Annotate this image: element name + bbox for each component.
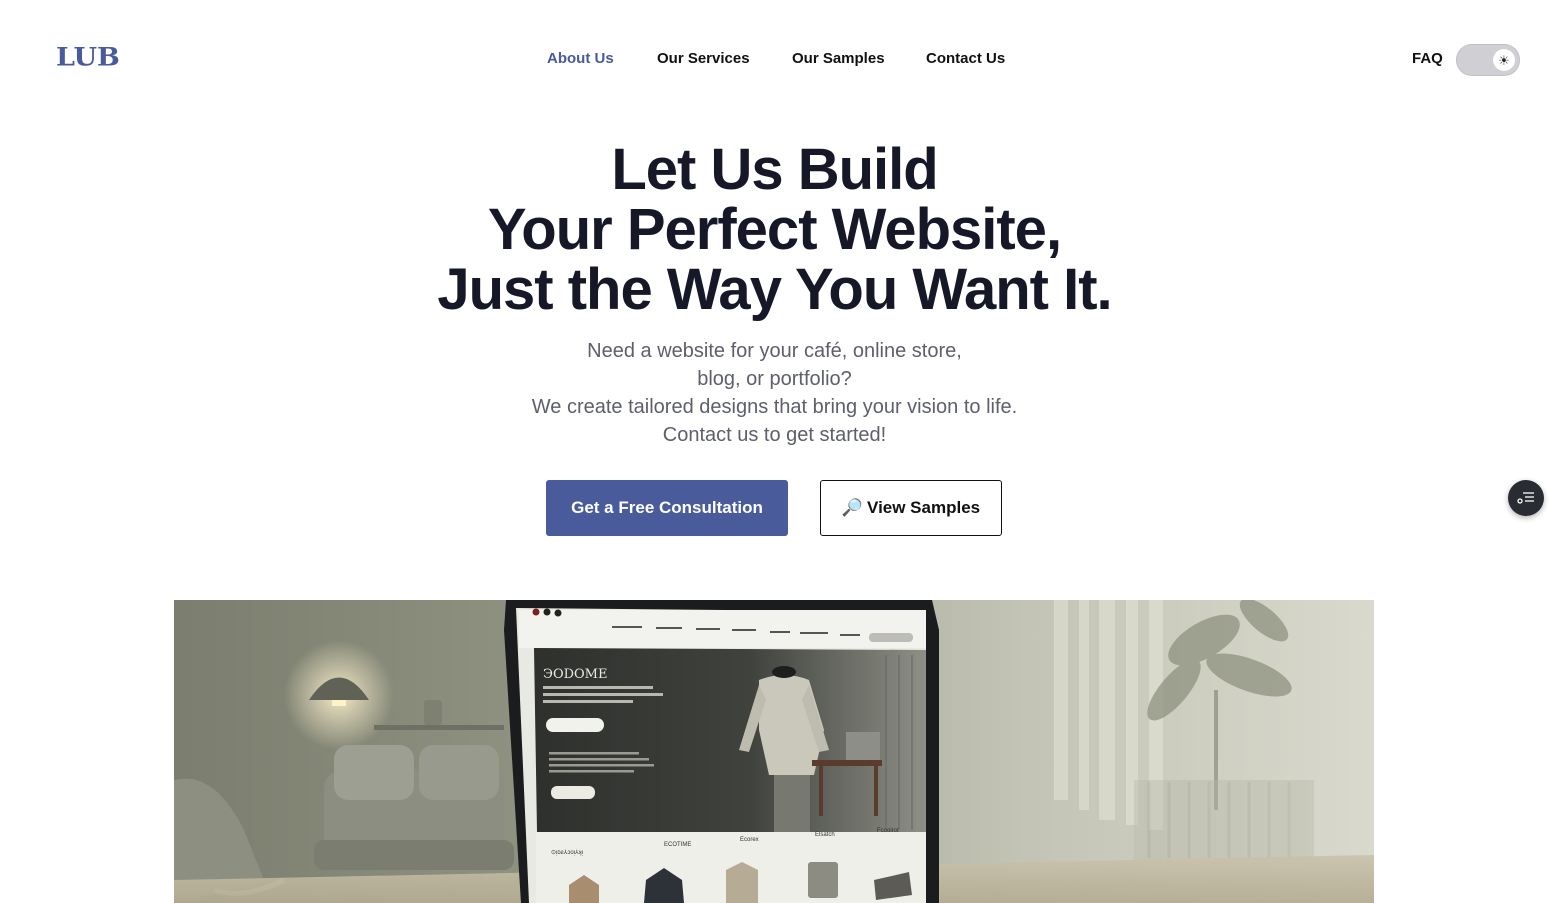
nav-about-us[interactable]: About Us	[547, 50, 614, 67]
mockup-product-label: ECOTIME	[664, 842, 691, 848]
hero-subtitle-line: Need a website for your café, online sto…	[587, 340, 962, 362]
mockup-product-label: Fcooirot	[877, 828, 899, 834]
main-nav: About Us Our Services Our Samples Contac…	[0, 50, 1549, 72]
list-menu-icon[interactable]	[1508, 480, 1544, 516]
hero-subtitle: Need a website for your café, online sto…	[0, 337, 1549, 449]
nav-contact-us[interactable]: Contact Us	[926, 50, 1005, 67]
nav-our-services[interactable]: Our Services	[657, 50, 750, 67]
view-samples-button[interactable]: 🔎 View Samples	[820, 480, 1002, 536]
page: LUB About Us Our Services Our Samples Co…	[0, 0, 1549, 903]
mockup-section-label: ⊙ᴉᴅƨ⅄ɔoᴉ⅄ʞᴉ	[551, 849, 583, 856]
theme-toggle[interactable]: ☀	[1456, 44, 1520, 76]
hero-subtitle-line: blog, or portfolio?	[697, 368, 852, 390]
sun-icon: ☀	[1493, 49, 1515, 71]
hero-title: Let Us Build Your Perfect Website, Just …	[0, 140, 1549, 320]
hero-image: ЭODOME ⊙ᴉᴅƨ⅄ɔoᴉ⅄ʞᴉ ECOTIME Ecorex Elsatc…	[174, 600, 1374, 903]
view-samples-label: View Samples	[867, 498, 981, 517]
hero-title-line: Your Perfect Website,	[487, 197, 1062, 262]
nav-our-samples[interactable]: Our Samples	[792, 50, 885, 67]
site-header: LUB About Us Our Services Our Samples Co…	[0, 0, 1549, 120]
list-menu-glyph	[1517, 492, 1534, 504]
hero-illustration: ЭODOME ⊙ᴉᴅƨ⅄ɔoᴉ⅄ʞᴉ ECOTIME Ecorex Elsatc…	[174, 600, 1374, 903]
laptop: ЭODOME ⊙ᴉᴅƨ⅄ɔoᴉ⅄ʞᴉ ECOTIME Ecorex Elsatc…	[504, 600, 939, 903]
magnifier-icon: 🔎	[841, 498, 864, 517]
free-consultation-button[interactable]: Get a Free Consultation	[546, 480, 788, 536]
hero-subtitle-line: Contact us to get started!	[662, 424, 887, 446]
nav-faq[interactable]: FAQ	[1412, 50, 1443, 67]
hero-title-line: Just the Way You Want It.	[437, 257, 1112, 322]
mockup-product-label: Ecorex	[740, 837, 759, 843]
hero-title-line: Let Us Build	[611, 137, 938, 202]
mockup-brand: ЭODOME	[543, 667, 608, 682]
radiator	[1134, 780, 1314, 860]
mockup-product-label: Elsatch	[815, 832, 835, 838]
sofa	[314, 745, 514, 870]
hero-subtitle-line: We create tailored designs that bring yo…	[531, 396, 1018, 418]
